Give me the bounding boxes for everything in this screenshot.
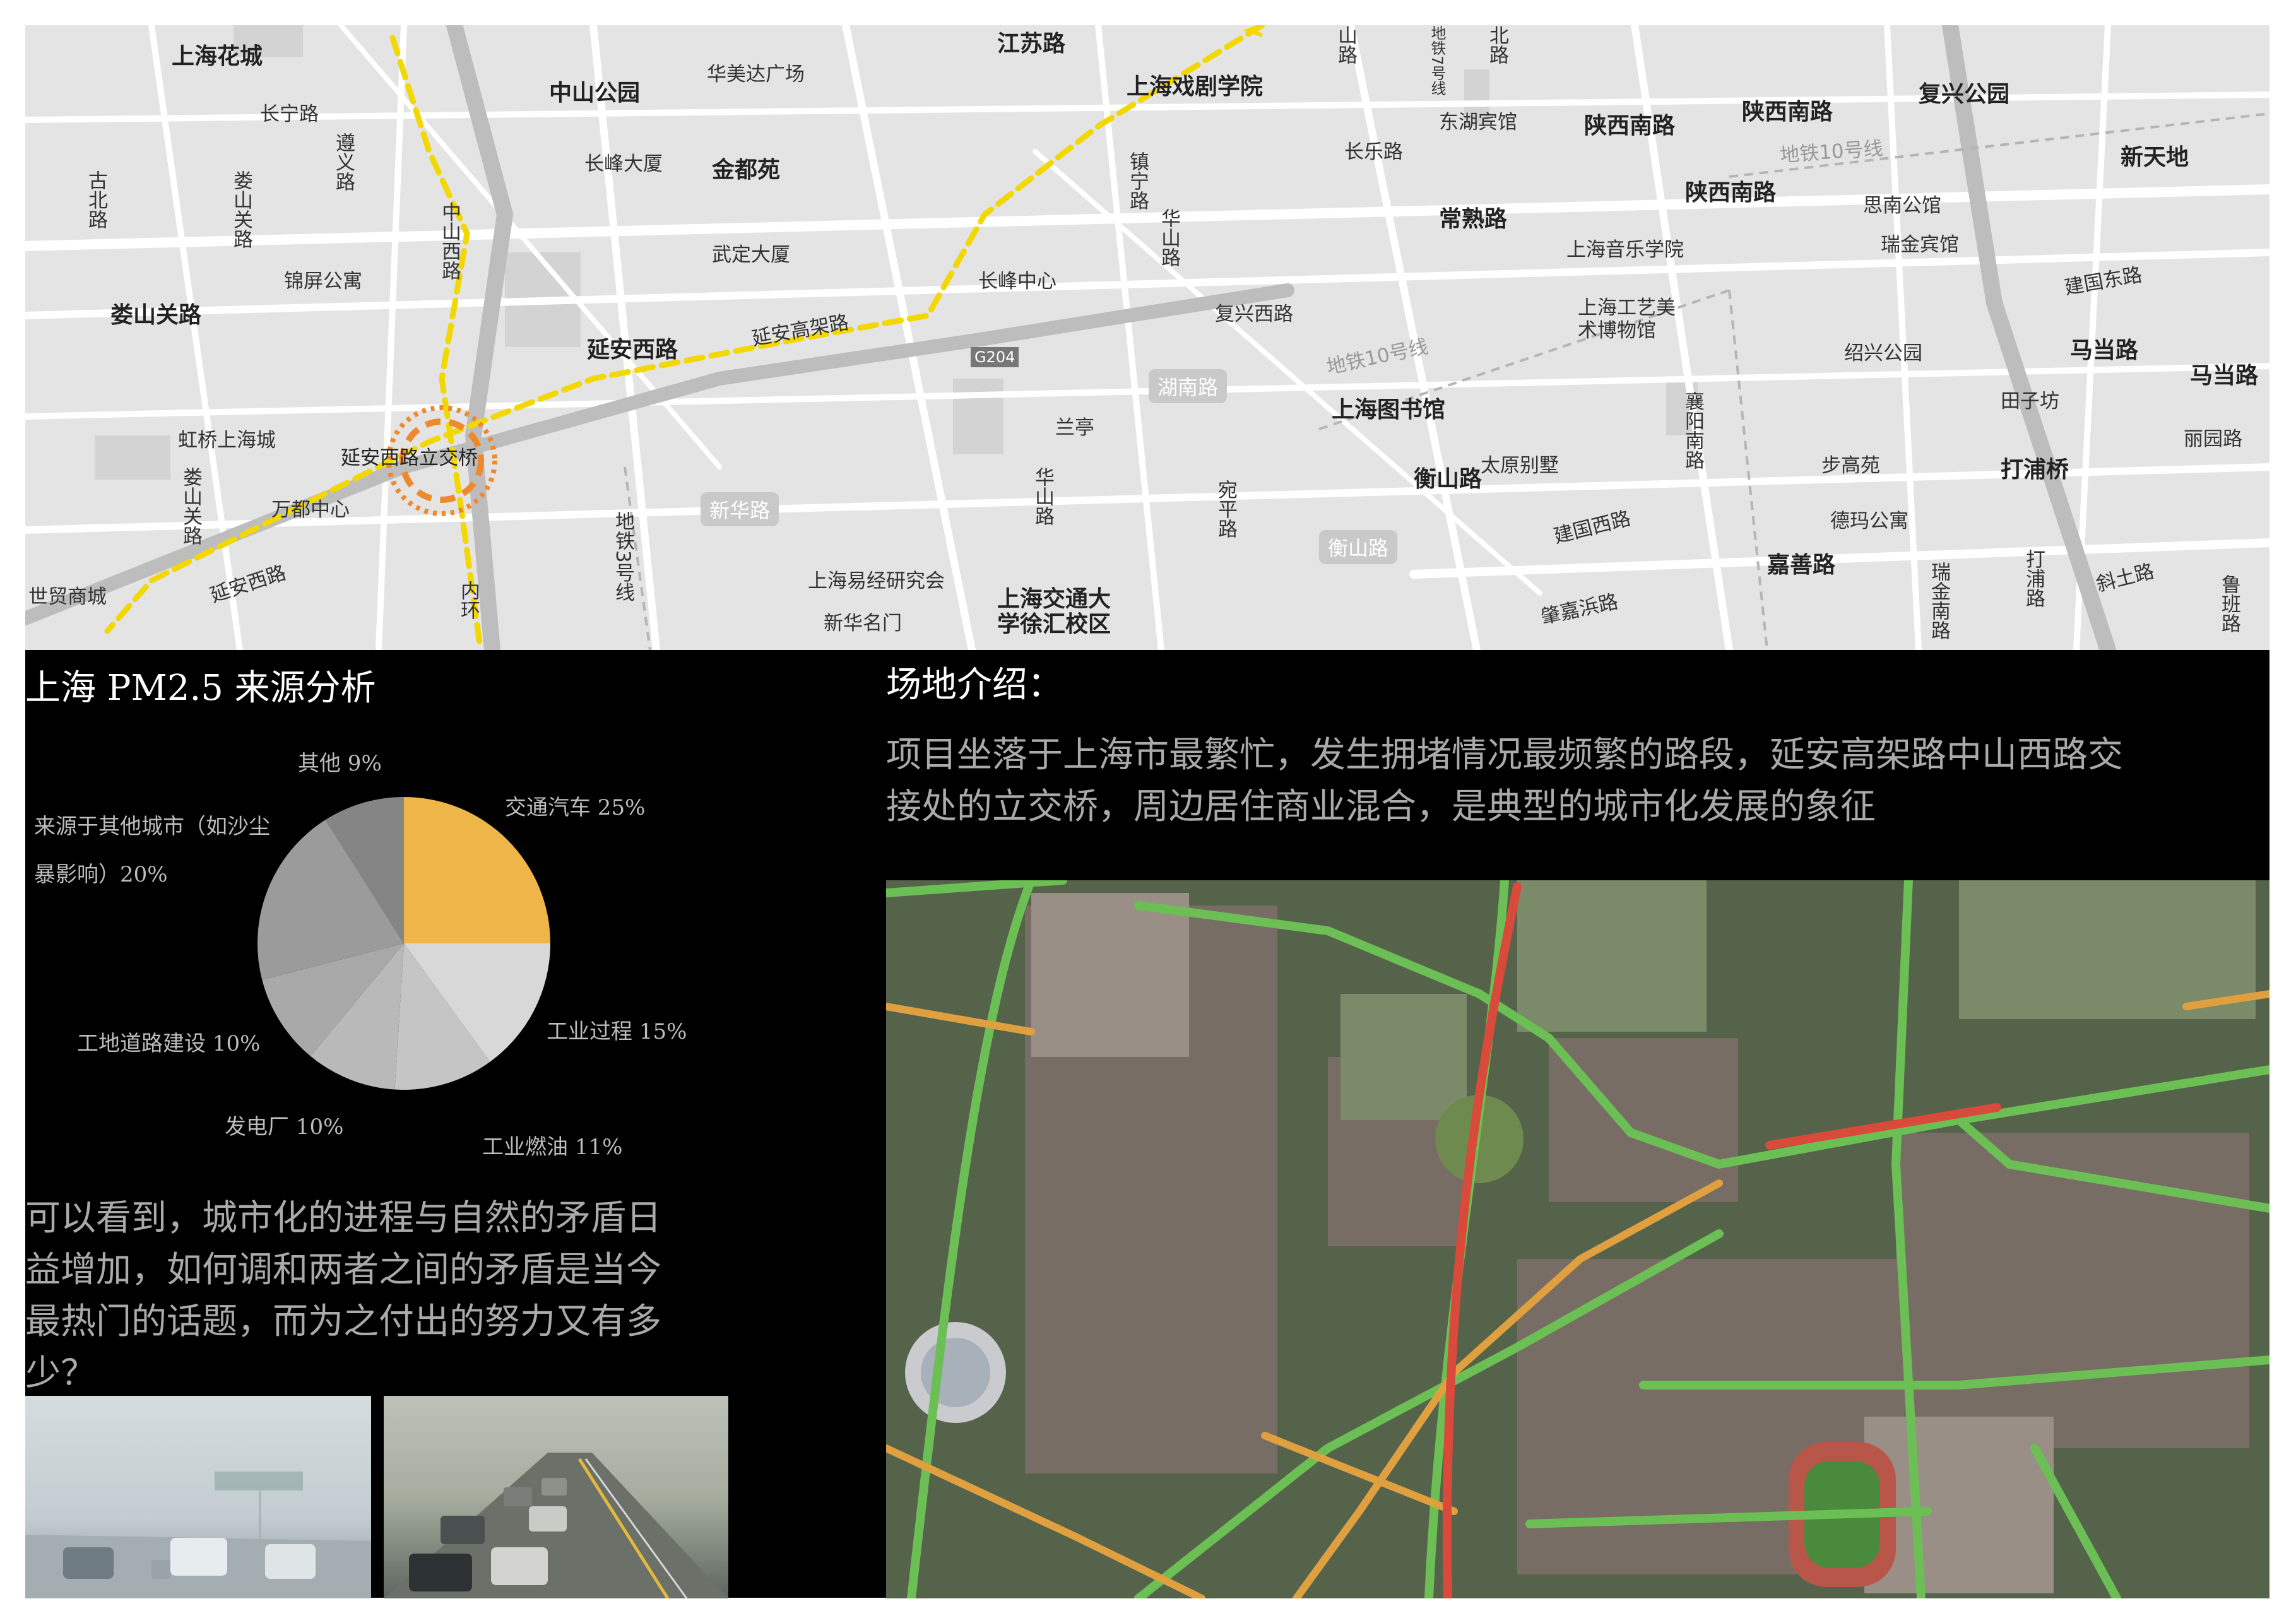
site-description-line: 项目坐落于上海市最繁忙，发生拥堵情况最频繁的路段，延安高架路中山西路交 bbox=[886, 735, 2123, 776]
map-label: 锦屏公寓 bbox=[284, 270, 362, 293]
smog-photo-highway bbox=[25, 1396, 371, 1598]
map-label: 田子坊 bbox=[2001, 390, 2059, 413]
street-map[interactable]: 上海花城 中山公园 华美达广场 江苏路 上海戏剧学院 长宁路 长峰大厦 金都苑 … bbox=[25, 25, 2269, 650]
map-label: 绍兴公园 bbox=[1844, 342, 1922, 365]
map-label: 陕西南路 bbox=[1742, 99, 1833, 125]
map-label: 复兴公园 bbox=[1919, 81, 2010, 107]
map-label: 地铁7号线 bbox=[1428, 25, 1446, 96]
map-label: 上海工艺美术博物馆 bbox=[1578, 297, 1676, 342]
map-label: 新华路 bbox=[701, 492, 779, 526]
pie-label-industry-oil: 工业燃油 11% bbox=[482, 1135, 623, 1160]
map-label: 衡山路 bbox=[1319, 530, 1398, 564]
pie-label-other-city: 来源于其他城市（如沙尘 bbox=[34, 814, 270, 839]
site-title: 场地介绍： bbox=[886, 664, 1063, 705]
map-label: G204 bbox=[971, 347, 1019, 367]
aerial-satellite-image[interactable] bbox=[886, 880, 2269, 1598]
map-label: 东湖宾馆 bbox=[1439, 111, 1517, 134]
map-label: 新天地 bbox=[2121, 145, 2189, 170]
map-label: 上海图书馆 bbox=[1332, 397, 1446, 423]
map-label: 世贸商城 bbox=[28, 586, 107, 608]
map-label: 武定大厦 bbox=[712, 244, 790, 266]
map-label: 华美达广场 bbox=[707, 63, 805, 86]
map-label: 延安西路 bbox=[587, 337, 678, 363]
map-label: 襄阳南路 bbox=[1681, 391, 1704, 469]
site-description: 项目坐落于上海市最繁忙，发生拥堵情况最频繁的路段，延安高架路中山西路交 接处的立… bbox=[886, 729, 2269, 833]
map-label: 陕西南路 bbox=[1685, 180, 1777, 206]
map-label: 常熟路 bbox=[1439, 206, 1508, 232]
map-label: 陕西南路 bbox=[1584, 113, 1676, 139]
map-label: 镇宁路 bbox=[1126, 151, 1149, 210]
map-label: 地铁3号线 bbox=[612, 511, 634, 602]
map-label: 思南公馆 bbox=[1863, 194, 1941, 217]
conclusion-line: 可以看到，城市化的进程与自然的矛盾日 bbox=[25, 1198, 661, 1239]
pie-label-other-city-cont: 暴影响）20% bbox=[34, 862, 168, 887]
conclusion-line: 最热门的话题，而为之付出的努力又有多 bbox=[25, 1301, 661, 1342]
map-roads bbox=[25, 25, 2269, 650]
map-label: 衡山路 bbox=[1414, 466, 1482, 492]
map-label: 太原别墅 bbox=[1481, 454, 1559, 477]
map-label: 湖南路 bbox=[1149, 369, 1228, 403]
map-label: 山路 bbox=[1334, 25, 1357, 64]
map-label: 金都苑 bbox=[712, 157, 781, 183]
map-label: 打浦桥 bbox=[2001, 457, 2069, 483]
map-label: 娄山关路 bbox=[179, 467, 202, 545]
site-description-line: 接处的立交桥，周边居住商业混合，是典型的城市化发展的象征 bbox=[886, 786, 1876, 827]
map-label: 长峰大厦 bbox=[584, 153, 663, 175]
map-label: 步高苑 bbox=[1821, 454, 1880, 477]
pm25-pie-chart bbox=[257, 797, 550, 1090]
map-label: 娄山关路 bbox=[230, 170, 252, 249]
map-label: 新华名门 bbox=[824, 612, 902, 635]
map-label: 遵义路 bbox=[332, 133, 355, 191]
map-label: 长峰中心 bbox=[978, 270, 1056, 293]
conclusion-line: 少？ bbox=[25, 1353, 96, 1394]
map-label: 娄山关路 bbox=[110, 302, 202, 328]
map-label: 复兴西路 bbox=[1215, 303, 1293, 326]
map-label: 打浦路 bbox=[2022, 549, 2045, 608]
map-label: 嘉善路 bbox=[1767, 552, 1836, 578]
map-label: 长宁路 bbox=[260, 103, 319, 126]
map-label: 兰亭 bbox=[1055, 416, 1094, 439]
map-label: 上海音乐学院 bbox=[1566, 239, 1684, 261]
map-label: 华山路 bbox=[1157, 208, 1180, 267]
map-label: 古北路 bbox=[85, 170, 107, 229]
pie-label-construction: 工地道路建设 10% bbox=[77, 1031, 261, 1056]
map-label: 上海戏剧学院 bbox=[1127, 74, 1263, 100]
map-label: 延安西路立交桥 bbox=[341, 447, 478, 469]
map-label: 鲁班路 bbox=[2218, 574, 2240, 633]
map-label: 长乐路 bbox=[1344, 141, 1403, 163]
map-label: 德玛公寓 bbox=[1830, 510, 1908, 533]
map-label: 上海花城 bbox=[172, 44, 263, 69]
map-label: 上海易经研究会 bbox=[808, 570, 945, 593]
conclusion-text: 可以看到，城市化的进程与自然的矛盾日 益增加，如何调和两者之间的矛盾是当今 最热… bbox=[25, 1193, 745, 1400]
pie-label-traffic: 交通汽车 25% bbox=[505, 795, 646, 820]
pie-label-power: 发电厂 10% bbox=[225, 1114, 344, 1140]
map-label: 万都中心 bbox=[271, 499, 350, 521]
map-label: 北路 bbox=[1486, 25, 1508, 64]
map-label: 江苏路 bbox=[997, 31, 1066, 57]
map-label: 内环 bbox=[457, 581, 480, 620]
map-label: 上海交通大学徐汇校区 bbox=[997, 586, 1111, 637]
map-label: 华山路 bbox=[1031, 467, 1054, 526]
pie-label-other: 其他 9% bbox=[298, 751, 382, 776]
map-label: 瑞金南路 bbox=[1927, 562, 1950, 640]
conclusion-line: 益增加，如何调和两者之间的矛盾是当今 bbox=[25, 1249, 661, 1290]
map-label: 丽园路 bbox=[2184, 428, 2242, 451]
map-label: 马当路 bbox=[2190, 363, 2259, 389]
map-label: 马当路 bbox=[2070, 338, 2139, 363]
pie-label-industry-process: 工业过程 15% bbox=[547, 1019, 687, 1044]
map-label: 虹桥上海城 bbox=[178, 429, 276, 452]
map-label: 瑞金宾馆 bbox=[1881, 233, 1959, 256]
pm25-title: 上海 PM2.5 来源分析 bbox=[25, 668, 376, 709]
smog-photo-traffic bbox=[384, 1396, 728, 1598]
map-label: 中山公园 bbox=[549, 80, 641, 106]
map-label: 中山西路 bbox=[438, 202, 461, 280]
map-label: 宛平路 bbox=[1214, 480, 1237, 538]
